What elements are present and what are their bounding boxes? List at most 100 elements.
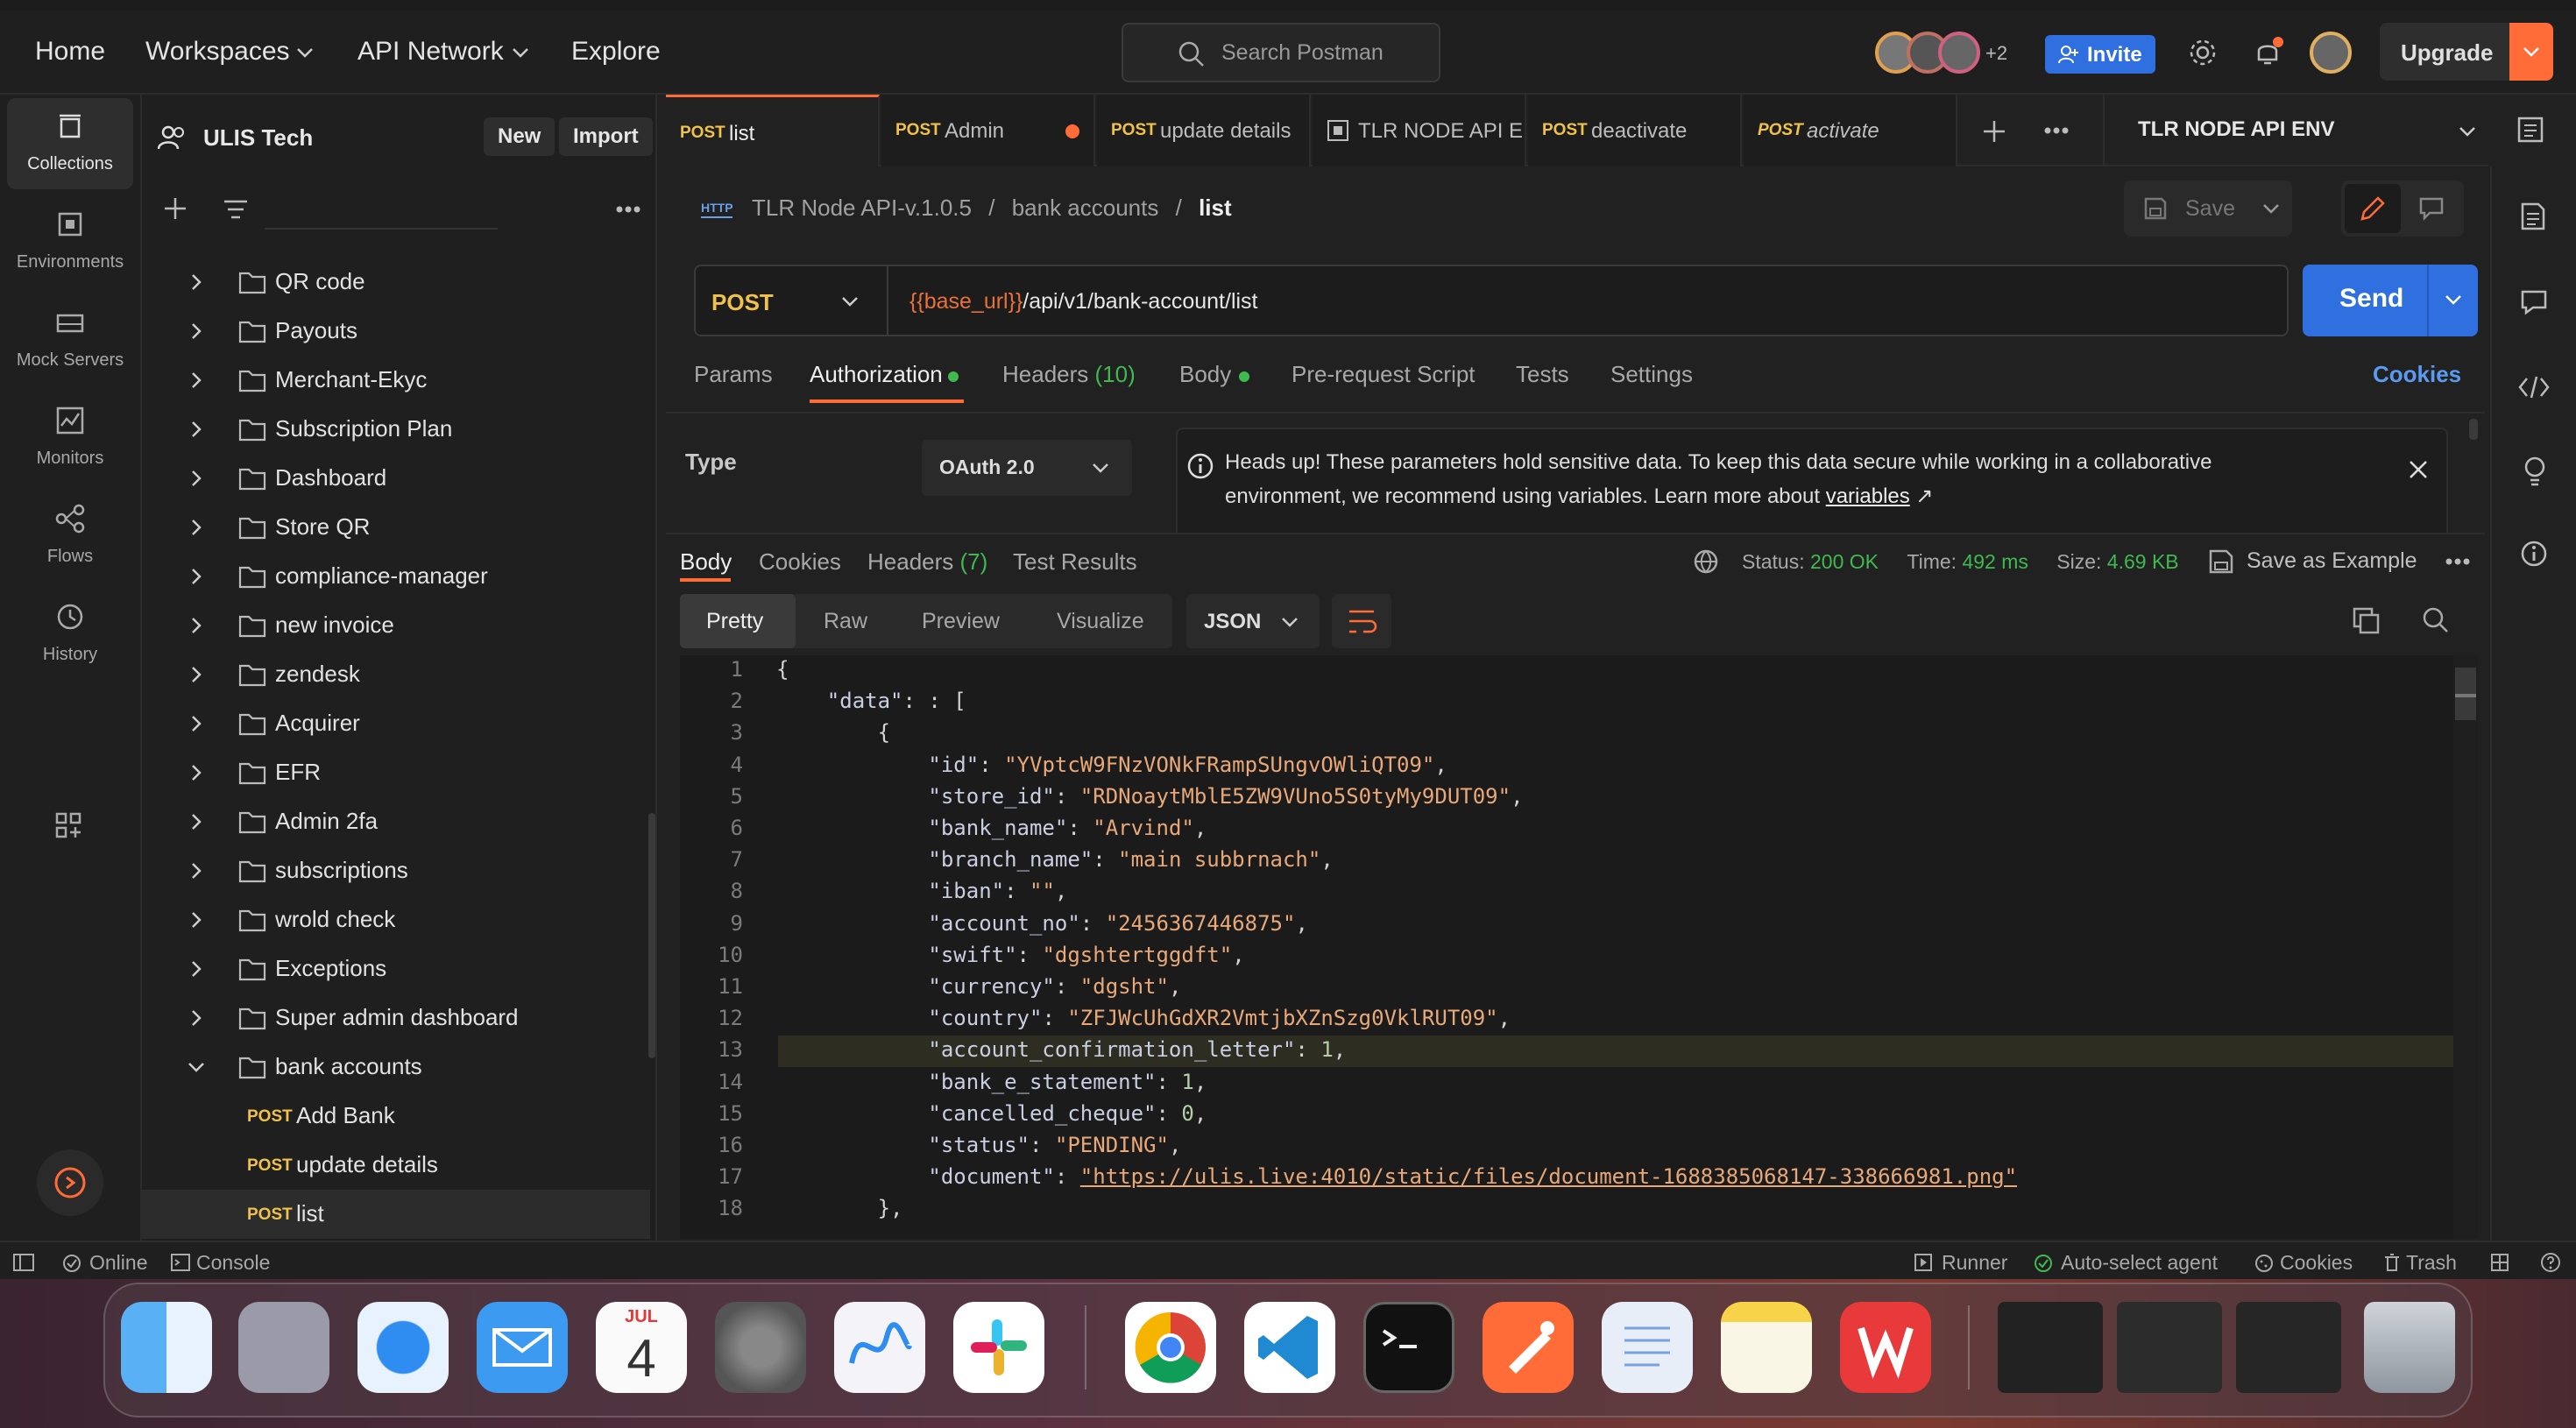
help-icon[interactable]: [2539, 1251, 2562, 1274]
minimized-window-thumbnail[interactable]: [2117, 1302, 2222, 1393]
tab-environment[interactable]: TLR NODE API E: [1313, 95, 1526, 166]
terminal-app-icon[interactable]: [1363, 1302, 1454, 1393]
tab-update-details[interactable]: POST update details: [1097, 95, 1311, 166]
chevron-right-icon[interactable]: [188, 371, 205, 389]
chevron-right-icon[interactable]: [188, 470, 205, 487]
layout-icon[interactable]: [2490, 1253, 2509, 1272]
format-select[interactable]: JSON: [1186, 594, 1320, 648]
search-input[interactable]: Search Postman: [1122, 23, 1440, 82]
online-status[interactable]: Online: [89, 1251, 147, 1275]
safari-app-icon[interactable]: [357, 1302, 449, 1393]
tree-folder[interactable]: Admin 2fa: [142, 797, 650, 846]
json-link-value[interactable]: "https://ulis.live:4010/static/files/doc…: [1080, 1164, 2017, 1189]
new-button[interactable]: New: [484, 117, 556, 156]
variables-link[interactable]: variables: [1826, 484, 1910, 508]
tree-folder[interactable]: Subscription Plan: [142, 405, 650, 454]
view-pretty[interactable]: Pretty: [706, 609, 763, 634]
tab-authorization[interactable]: Authorization: [810, 361, 943, 388]
tree-folder[interactable]: Payouts: [142, 307, 650, 356]
code-scrollbar[interactable]: [2453, 655, 2478, 1239]
wrap-lines-button[interactable]: [1332, 594, 1391, 648]
slack-app-icon[interactable]: [953, 1302, 1044, 1393]
edit-mode-toggle[interactable]: [2341, 180, 2464, 237]
response-tab-cookies[interactable]: Cookies: [759, 548, 841, 576]
tree-folder[interactable]: wrold check: [142, 895, 650, 944]
lightbulb-icon[interactable]: [2522, 456, 2548, 487]
tree-folder[interactable]: zendesk: [142, 650, 650, 699]
tab-settings[interactable]: Settings: [1610, 361, 1693, 388]
environment-selector[interactable]: TLR NODE API ENV: [2103, 95, 2488, 166]
vscode-app-icon[interactable]: [1244, 1302, 1335, 1393]
tab-deactivate[interactable]: POST deactivate: [1528, 95, 1742, 166]
chevron-right-icon[interactable]: [188, 666, 205, 683]
tab-admin[interactable]: POST Admin: [881, 95, 1095, 166]
trash-app-icon[interactable]: [2364, 1302, 2455, 1393]
chevron-right-icon[interactable]: [188, 617, 205, 634]
bell-icon[interactable]: [2252, 37, 2283, 68]
auto-select-agent[interactable]: Auto-select agent: [2061, 1251, 2218, 1275]
rail-mock-servers[interactable]: Mock Servers: [7, 294, 133, 385]
chevron-right-icon[interactable]: [188, 1009, 205, 1027]
runner-button[interactable]: Runner: [1942, 1251, 2007, 1275]
info-icon[interactable]: [2520, 540, 2548, 568]
nav-explore[interactable]: Explore: [571, 37, 661, 67]
breadcrumb-collection[interactable]: TLR Node API-v.1.0.5: [752, 194, 972, 221]
chevron-down-icon[interactable]: [2262, 203, 2280, 214]
chevron-right-icon[interactable]: [188, 715, 205, 732]
tab-tests[interactable]: Tests: [1516, 361, 1569, 388]
response-tab-body[interactable]: Body: [680, 548, 732, 576]
chevron-right-icon[interactable]: [188, 273, 205, 291]
new-tab-icon[interactable]: [1982, 119, 2006, 144]
tree-folder[interactable]: EFR: [142, 748, 650, 797]
cookies-button[interactable]: Cookies: [2280, 1251, 2353, 1275]
chevron-right-icon[interactable]: [188, 813, 205, 831]
postbot-icon[interactable]: [37, 1149, 103, 1216]
send-button[interactable]: Send: [2303, 265, 2478, 336]
system-settings-app-icon[interactable]: [715, 1302, 806, 1393]
view-preview[interactable]: Preview: [922, 609, 1000, 634]
gear-icon[interactable]: [2187, 37, 2219, 68]
view-raw[interactable]: Raw: [824, 609, 867, 634]
nav-home[interactable]: Home: [35, 37, 105, 67]
launchpad-app-icon[interactable]: [238, 1302, 329, 1393]
url-input[interactable]: {{base_url}}/api/v1/bank-account/list: [909, 289, 1258, 315]
chevron-right-icon[interactable]: [188, 322, 205, 340]
tree-folder[interactable]: subscriptions: [142, 846, 650, 895]
size-value[interactable]: 4.69 KB: [2107, 550, 2179, 573]
comment-view-icon[interactable]: [2418, 196, 2445, 221]
status-value[interactable]: 200 OK: [1810, 550, 1879, 573]
user-avatar[interactable]: [2310, 32, 2352, 74]
close-icon[interactable]: [2408, 459, 2429, 480]
postman-app-icon[interactable]: [1483, 1302, 1574, 1393]
tab-headers[interactable]: Headers (10): [1002, 361, 1136, 388]
freeform-app-icon[interactable]: [834, 1302, 925, 1393]
chevron-right-icon[interactable]: [188, 960, 205, 978]
chevron-right-icon[interactable]: [188, 519, 205, 536]
tab-pre-request-script[interactable]: Pre-request Script: [1292, 361, 1476, 388]
chevron-right-icon[interactable]: [188, 764, 205, 781]
console-button[interactable]: Console: [196, 1251, 270, 1275]
time-value[interactable]: 492 ms: [1962, 550, 2028, 573]
tree-folder[interactable]: new invoice: [142, 601, 650, 650]
tree-folder[interactable]: Store QR: [142, 503, 650, 552]
response-body-code[interactable]: 1 {2 "data": : [3 {4 "id": "YVptcW9FNzVON…: [680, 655, 2478, 1239]
nav-workspaces[interactable]: Workspaces: [145, 37, 290, 67]
tab-activate[interactable]: POST activate: [1744, 95, 1957, 166]
save-as-example-button[interactable]: Save as Example: [2247, 548, 2417, 574]
import-button[interactable]: Import: [559, 117, 653, 156]
tree-folder[interactable]: Acquirer: [142, 699, 650, 748]
more-options-icon[interactable]: [2445, 557, 2471, 566]
tree-request[interactable]: POST Add Bank: [142, 1092, 650, 1141]
plus-icon[interactable]: [163, 196, 188, 221]
environment-quicklook-icon[interactable]: [2516, 116, 2544, 144]
chevron-down-icon[interactable]: [2445, 294, 2462, 305]
tab-list[interactable]: POST list: [666, 95, 880, 166]
edit-button[interactable]: [2345, 184, 2401, 233]
upgrade-button[interactable]: Upgrade: [2380, 23, 2553, 81]
nav-api-network[interactable]: API Network: [357, 37, 504, 67]
more-options-icon[interactable]: [615, 205, 641, 214]
rail-monitors[interactable]: Monitors: [7, 392, 133, 484]
minimized-window-thumbnail[interactable]: [2236, 1302, 2341, 1393]
tree-request[interactable]: POST list: [142, 1190, 650, 1239]
finder-app-icon[interactable]: [121, 1302, 212, 1393]
